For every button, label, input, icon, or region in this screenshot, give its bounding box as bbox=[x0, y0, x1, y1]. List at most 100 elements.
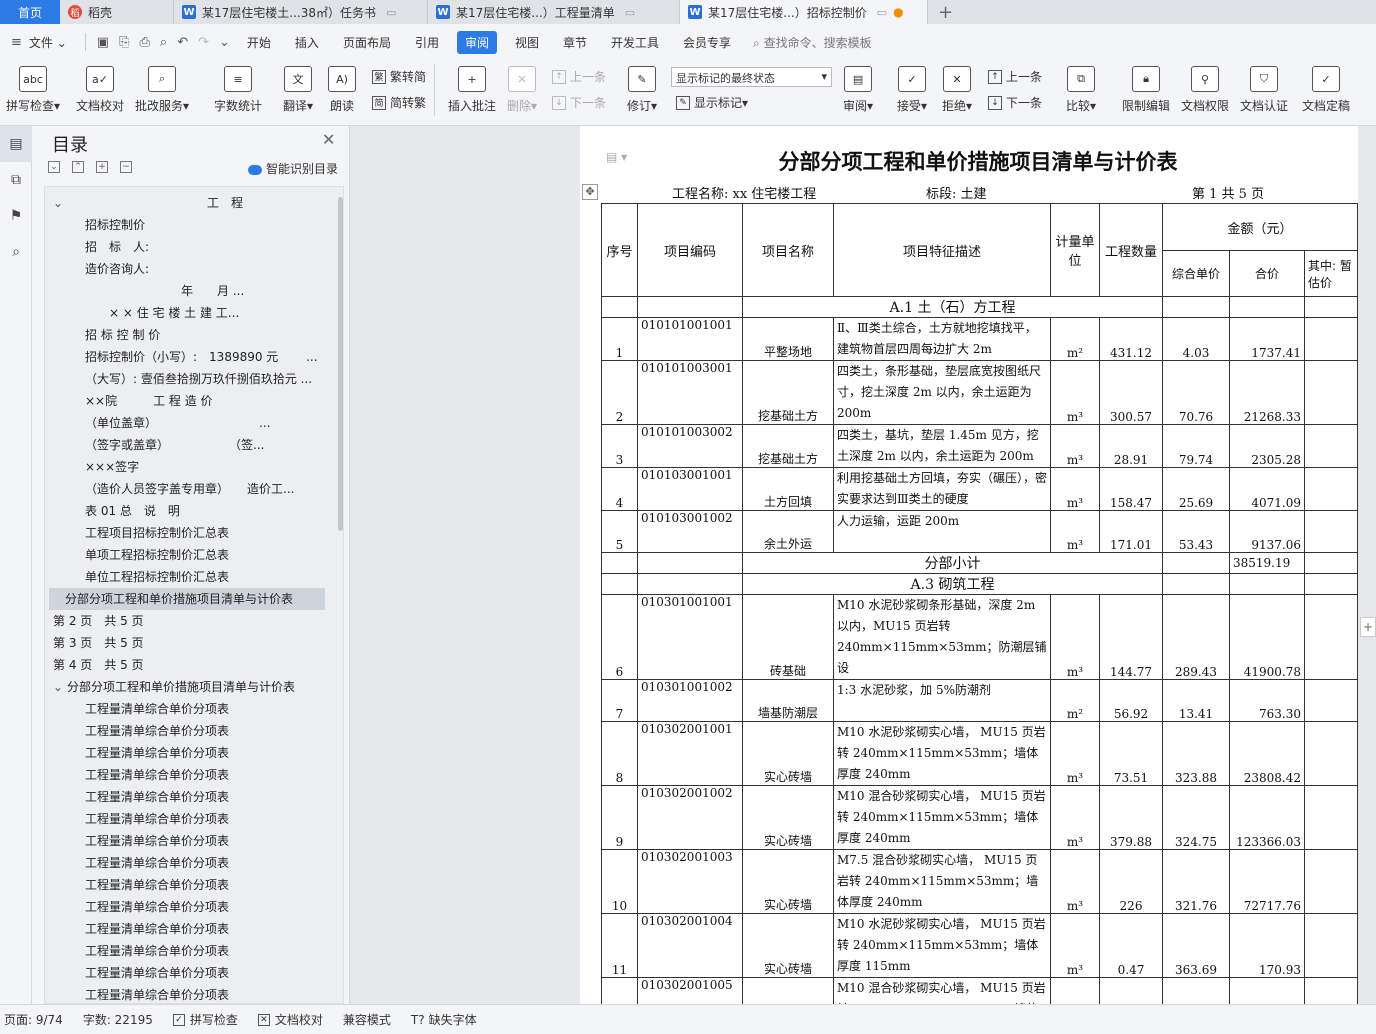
insert-comment-button[interactable]: + 插入批注 bbox=[448, 66, 496, 114]
restrict-edit-button[interactable]: 🔒︎ 限制编辑 bbox=[1122, 66, 1170, 114]
menu-developer[interactable]: 开发工具 bbox=[599, 34, 671, 51]
reject-button[interactable]: ✕ 拒绝▾ bbox=[942, 66, 972, 114]
close-icon[interactable]: ✕ bbox=[322, 130, 335, 149]
toc-item[interactable]: 分部分项工程和单价措施项目清单与计价表 bbox=[49, 588, 325, 610]
menu-section[interactable]: 章节 bbox=[551, 34, 599, 51]
toc-item[interactable]: ×××签字 bbox=[85, 456, 325, 478]
toc-item[interactable]: 工程量清单综合单价分项表 bbox=[85, 852, 325, 874]
tab-doc-task[interactable]: W 某17层住宅楼土...38㎡）任务书 ▭ bbox=[174, 0, 428, 24]
delete-comment-button[interactable]: ✕ 删除▾ bbox=[507, 66, 537, 114]
smart-toc-button[interactable]: 智能识别目录 bbox=[248, 160, 338, 177]
toc-item[interactable]: ⌄ 分部分项工程和单价措施项目清单与计价表 bbox=[53, 676, 325, 698]
add-heading-icon[interactable]: + bbox=[96, 161, 108, 173]
print-icon[interactable]: ⎙ bbox=[135, 35, 155, 50]
toc-item[interactable]: × × 住 宅 楼 土 建 工... bbox=[85, 302, 325, 324]
toc-item[interactable]: （单位盖章） ... bbox=[85, 412, 325, 434]
print-preview-icon[interactable]: ⌕ bbox=[155, 35, 172, 50]
chapter-nav-icon[interactable]: ⧉ bbox=[0, 162, 32, 198]
toc-item[interactable]: 第 2 页 共 5 页 bbox=[53, 610, 325, 632]
side-add-icon[interactable]: + bbox=[1360, 617, 1376, 637]
next-change-button[interactable]: ↓ 下一条 bbox=[988, 94, 1042, 111]
doc-rights-button[interactable]: ⚲ 文档权限 bbox=[1181, 66, 1229, 114]
menu-page-layout[interactable]: 页面布局 bbox=[331, 34, 403, 51]
menu-insert[interactable]: 插入 bbox=[283, 34, 331, 51]
toc-item[interactable]: ××院 工 程 造 价 bbox=[85, 390, 325, 412]
toc-item[interactable]: 第 3 页 共 5 页 bbox=[53, 632, 325, 654]
tab-home[interactable]: 首页 bbox=[0, 0, 60, 24]
toc-item[interactable]: ⌄ 工 程 bbox=[53, 192, 325, 214]
toc-item[interactable]: 招 标 控 制 价 bbox=[85, 324, 325, 346]
toc-item[interactable]: （大写）: 壹佰叁拾捌万玖仟捌佰玖拾元 ... bbox=[85, 368, 325, 390]
expand-all-icon[interactable]: ⌄ bbox=[48, 161, 60, 173]
toc-item[interactable]: 工程量清单综合单价分项表 bbox=[85, 830, 325, 852]
menu-member[interactable]: 会员专享 bbox=[671, 34, 743, 51]
spell-check-button[interactable]: abc 拼写检查▾ bbox=[6, 66, 60, 114]
accept-button[interactable]: ✓ 接受▾ bbox=[897, 66, 927, 114]
compare-button[interactable]: ⧉ 比较▾ bbox=[1066, 66, 1096, 114]
word-count-indicator[interactable]: 字数: 22195 bbox=[83, 1011, 153, 1028]
toc-item[interactable]: 工程量清单综合单价分项表 bbox=[85, 742, 325, 764]
menu-review[interactable]: 审阅 bbox=[456, 30, 497, 54]
chevron-down-icon[interactable]: ⌄ bbox=[53, 192, 67, 214]
trad-to-simp-button[interactable]: 繁繁转简 bbox=[372, 68, 426, 85]
save-icon[interactable]: ▣ bbox=[92, 35, 114, 50]
toc-item[interactable]: 工程量清单综合单价分项表 bbox=[85, 874, 325, 896]
toc-item[interactable]: 工程量清单综合单价分项表 bbox=[85, 720, 325, 742]
tab-docer[interactable]: 稻稻壳 bbox=[60, 0, 174, 24]
export-pdf-icon[interactable]: ⎘ bbox=[114, 35, 134, 50]
toc-item[interactable]: （签字或盖章） （签... bbox=[85, 434, 325, 456]
toc-item[interactable]: 工程量清单综合单价分项表 bbox=[85, 940, 325, 962]
menu-home[interactable]: 开始 bbox=[235, 34, 283, 51]
menu-references[interactable]: 引用 bbox=[403, 34, 451, 51]
toc-item[interactable]: 工程量清单综合单价分项表 bbox=[85, 698, 325, 720]
toc-item[interactable]: 工程量清单综合单价分项表 bbox=[85, 918, 325, 940]
translate-button[interactable]: 文翻译▾ bbox=[283, 66, 313, 114]
menu-view[interactable]: 视图 bbox=[503, 34, 551, 51]
search-icon[interactable]: ⌕ bbox=[0, 234, 32, 270]
toc-item[interactable]: 单项工程招标控制价汇总表 bbox=[85, 544, 325, 566]
toc-scrollbar[interactable] bbox=[338, 197, 343, 531]
batch-service-button[interactable]: ⌕ 批改服务▾ bbox=[135, 66, 189, 114]
toc-item[interactable]: 工程项目招标控制价汇总表 bbox=[85, 522, 325, 544]
toc-item[interactable]: 年 月 ... bbox=[85, 280, 325, 302]
toc-item[interactable]: 单位工程招标控制价汇总表 bbox=[85, 566, 325, 588]
toc-item[interactable]: 工程量清单综合单价分项表 bbox=[85, 962, 325, 984]
hamburger-icon[interactable]: ≡ bbox=[6, 35, 27, 50]
track-changes-button[interactable]: ✎ 修订▾ bbox=[627, 66, 657, 114]
word-count-button[interactable]: ≡ 字数统计 bbox=[214, 66, 262, 114]
review-pane-button[interactable]: ▤ 审阅▾ bbox=[843, 66, 873, 114]
simp-to-trad-button[interactable]: 简简转繁 bbox=[372, 94, 426, 111]
toc-item[interactable]: （造价人员签字盖专用章） 造价工... bbox=[85, 478, 325, 500]
toc-item[interactable]: 招标控制价 bbox=[85, 214, 325, 236]
toc-item[interactable]: 工程量清单综合单价分项表 bbox=[85, 984, 325, 1003]
table-move-handle-icon[interactable]: ✥ bbox=[582, 184, 598, 200]
toc-item[interactable]: 造价咨询人: bbox=[85, 258, 325, 280]
tab-doc-bill[interactable]: W 某17层住宅楼...）工程量清单 ▭ bbox=[428, 0, 680, 24]
prev-comment-button[interactable]: ↑ 上一条 bbox=[552, 68, 606, 85]
toc-item[interactable]: 工程量清单综合单价分项表 bbox=[85, 764, 325, 786]
markup-state-select[interactable]: 显示标记的最终状态 ▾ bbox=[671, 67, 832, 87]
read-aloud-button[interactable]: A) 朗读 bbox=[328, 66, 356, 114]
status-doc-proof[interactable]: ✕ 文档校对 bbox=[257, 1011, 323, 1028]
quick-access-dropdown-icon[interactable]: ⌄ bbox=[214, 35, 235, 50]
chevron-down-icon[interactable]: ⌄ bbox=[53, 676, 67, 698]
doc-auth-button[interactable]: ⛉ 文档认证 bbox=[1240, 66, 1288, 114]
show-markup-button[interactable]: ✎ 显示标记 ▾ bbox=[676, 94, 748, 111]
toc-item[interactable]: 表 01 总 说 明 bbox=[85, 500, 325, 522]
next-comment-button[interactable]: ↓ 下一条 bbox=[552, 94, 606, 111]
toc-item[interactable]: 招标控制价（小写）: 1389890 元 ... bbox=[85, 346, 325, 368]
toc-item[interactable]: 工程量清单综合单价分项表 bbox=[85, 786, 325, 808]
new-tab-button[interactable]: + bbox=[928, 0, 963, 24]
command-search[interactable]: ⌕ 查找命令、搜索模板 bbox=[753, 34, 872, 51]
tab-doc-control-price[interactable]: W 某17层住宅楼...）招标控制价 ▭ ● bbox=[680, 0, 928, 24]
doc-finalize-button[interactable]: ✓ 文档定稿 bbox=[1302, 66, 1350, 114]
page-indicator[interactable]: 页面: 9/74 bbox=[4, 1011, 63, 1028]
toc-item[interactable]: 招 标 人: bbox=[85, 236, 325, 258]
undo-icon[interactable]: ↶ bbox=[172, 35, 193, 50]
missing-fonts-button[interactable]: T? 缺失字体 bbox=[411, 1011, 477, 1028]
toc-panel-icon[interactable]: ▤ bbox=[0, 126, 32, 162]
redo-icon[interactable]: ↷ bbox=[193, 35, 214, 50]
remove-heading-icon[interactable]: − bbox=[120, 161, 132, 173]
toc-item[interactable]: 第 4 页 共 5 页 bbox=[53, 654, 325, 676]
bookmark-icon[interactable]: ⚑ bbox=[0, 198, 32, 234]
